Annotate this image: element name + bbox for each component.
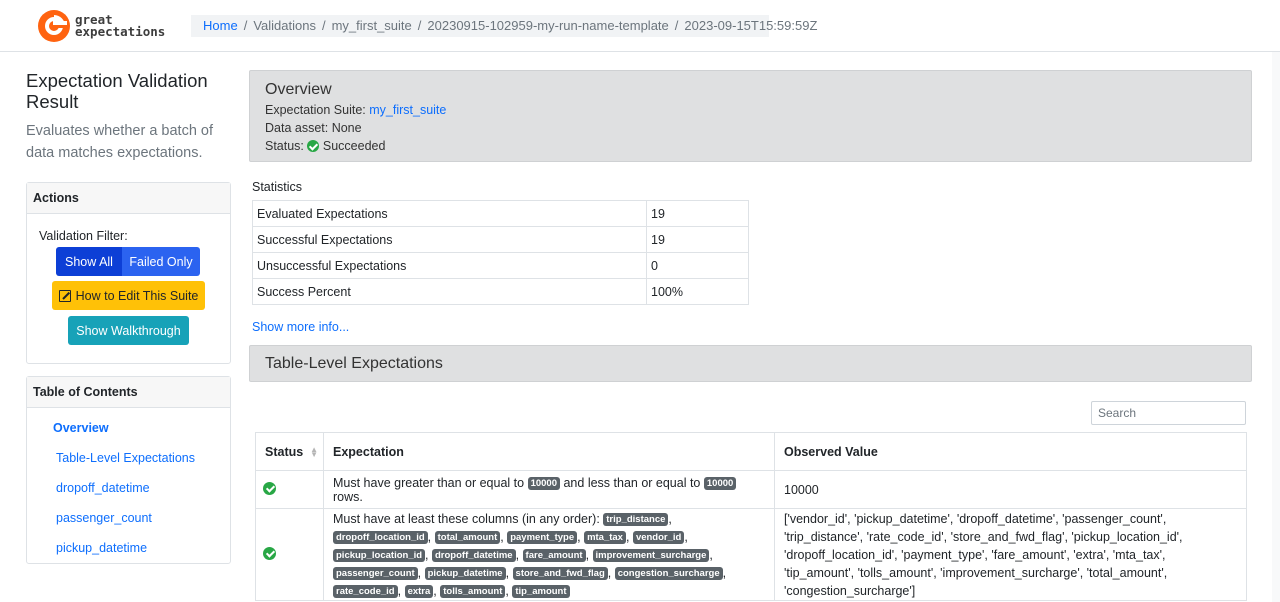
top-navbar: great expectations Home / Validations / my_f…	[0, 0, 1280, 52]
toc-header: Table of Contents	[27, 377, 230, 408]
search-input[interactable]	[1091, 401, 1246, 425]
statistics-table: Evaluated Expectations 19 Successful Expe…	[252, 200, 749, 305]
logo[interactable]: great expectations	[36, 8, 165, 44]
column-badge: fare_amount	[522, 548, 586, 562]
stat-value: 100%	[646, 278, 749, 305]
edit-suite-label: How to Edit This Suite	[75, 288, 199, 303]
show-more-info-link[interactable]: Show more info...	[252, 320, 349, 334]
breadcrumb-home-link[interactable]: Home	[203, 18, 238, 33]
column-badge: total_amount	[434, 530, 501, 544]
table-row: Unsuccessful Expectations 0	[252, 252, 749, 279]
column-badge: store_and_fwd_flag	[512, 566, 608, 580]
table-row: Must have greater than or equal to 10000…	[255, 470, 1247, 509]
column-badge: tip_amount	[512, 584, 570, 598]
success-check-icon	[263, 546, 276, 560]
status-column-header[interactable]: Status ▲ ▼	[255, 432, 324, 471]
observed-value-column-header: Observed Value	[774, 432, 1247, 471]
edit-suite-button[interactable]: How to Edit This Suite	[52, 281, 205, 310]
column-badge: dropoff_datetime	[432, 548, 516, 562]
column-badge: pickup_location_id	[333, 548, 426, 562]
value-badge: 10000	[527, 476, 560, 490]
validation-filter-label: Validation Filter:	[39, 229, 128, 243]
page-description: Evaluates whether a batch of data matche…	[26, 123, 214, 161]
overview-section: Overview Expectation Suite: my_first_sui…	[249, 70, 1252, 162]
success-check-icon	[263, 481, 276, 495]
observed-value-cell: 10000	[774, 470, 1247, 509]
toc-item-table-level-expectations[interactable]: Table-Level Expectations	[56, 451, 195, 465]
value-badge: 10000	[703, 476, 737, 490]
stat-value: 0	[646, 252, 749, 279]
data-asset-text: Data asset: None	[265, 121, 362, 135]
show-all-button[interactable]: Show All	[56, 247, 122, 276]
stat-label: Success Percent	[252, 278, 647, 305]
column-badge: vendor_id	[632, 530, 685, 544]
columns-expectation-text: Must have at least these columns (in any…	[333, 511, 727, 598]
column-badge: mta_tax	[584, 530, 626, 544]
breadcrumb-run-time: 2023-09-15T15:59:59Z	[684, 18, 818, 33]
logo-text-line2: expectations	[75, 24, 166, 39]
table-level-expectations-header: Table-Level Expectations	[249, 345, 1252, 382]
column-badge: congestion_surcharge	[614, 566, 723, 580]
column-badge: rate_code_id	[333, 584, 398, 598]
suite-link[interactable]: my_first_suite	[369, 103, 446, 117]
toc-item-pickup-datetime[interactable]: pickup_datetime	[56, 541, 147, 555]
breadcrumb-validations: Validations	[253, 18, 316, 33]
edit-icon	[58, 289, 71, 302]
stat-label: Evaluated Expectations	[252, 200, 647, 227]
page-scrollbar[interactable]	[1272, 52, 1280, 602]
show-walkthrough-button[interactable]: Show Walkthrough	[68, 316, 189, 345]
expectation-column-header: Expectation	[323, 432, 775, 471]
actions-card-header: Actions	[27, 183, 230, 214]
suite-label: Expectation Suite:	[265, 103, 366, 117]
stat-label: Unsuccessful Expectations	[252, 252, 647, 279]
success-check-icon	[307, 140, 320, 152]
column-badge: dropoff_location_id	[333, 530, 428, 544]
column-badge: payment_type	[507, 530, 578, 544]
column-badge: passenger_count	[333, 566, 418, 580]
validation-filter-group: Show All Failed Only	[56, 247, 200, 276]
status-cell	[255, 508, 324, 601]
statistics-title: Statistics	[252, 180, 303, 194]
status-label: Status:	[265, 139, 304, 153]
breadcrumb-suite: my_first_suite	[331, 18, 412, 33]
status-value: Succeeded	[322, 139, 386, 153]
observed-columns-list: ['vendor_id', 'pickup_datetime', 'dropof…	[784, 511, 1183, 598]
table-header-row: Status ▲ ▼ Expectation Observed Value	[255, 432, 1247, 471]
table-of-contents-card: Table of Contents Overview Table-Level E…	[26, 376, 231, 564]
breadcrumb-run-name: 20230915-102959-my-run-name-template	[427, 18, 669, 33]
expectation-cell: Must have at least these columns (in any…	[323, 508, 775, 601]
toc-item-passenger-count[interactable]: passenger_count	[56, 511, 152, 525]
observed-value-cell: ['vendor_id', 'pickup_datetime', 'dropof…	[774, 508, 1247, 601]
table-row: Successful Expectations 19	[252, 226, 749, 253]
breadcrumb: Home / Validations / my_first_suite/20230915…	[191, 15, 817, 37]
stat-value: 19	[646, 226, 749, 253]
column-badge: pickup_datetime	[424, 566, 506, 580]
toc-item-dropoff-datetime[interactable]: dropoff_datetime	[56, 481, 150, 495]
expectation-cell: Must have greater than or equal to 10000…	[323, 470, 775, 509]
column-badge: tolls_amount	[440, 584, 506, 598]
failed-only-button[interactable]: Failed Only	[122, 247, 200, 276]
column-badge: improvement_surcharge	[592, 548, 710, 562]
page-title: Expectation Validation Result	[26, 70, 208, 112]
status-cell	[255, 470, 324, 509]
actions-card: Actions Validation Filter: Show All Fail…	[26, 182, 231, 364]
table-row: Evaluated Expectations 19	[252, 200, 749, 227]
expectation-intro-text: Must have at least these columns (in any…	[333, 511, 604, 526]
overview-title: Overview	[265, 81, 332, 98]
toc-item-overview[interactable]: Overview	[53, 421, 109, 435]
expectations-table: Status ▲ ▼ Expectation Observed Value Must…	[255, 432, 1247, 601]
column-badge: trip_distance	[603, 512, 669, 526]
stat-label: Successful Expectations	[252, 226, 647, 253]
great-expectations-logo-icon	[38, 10, 70, 42]
column-badge: extra	[404, 584, 434, 598]
stat-value: 19	[646, 200, 749, 227]
table-row: Must have at least these columns (in any…	[255, 508, 1247, 601]
table-row: Success Percent 100%	[252, 278, 749, 305]
sort-icon: ▲ ▼	[310, 445, 318, 459]
